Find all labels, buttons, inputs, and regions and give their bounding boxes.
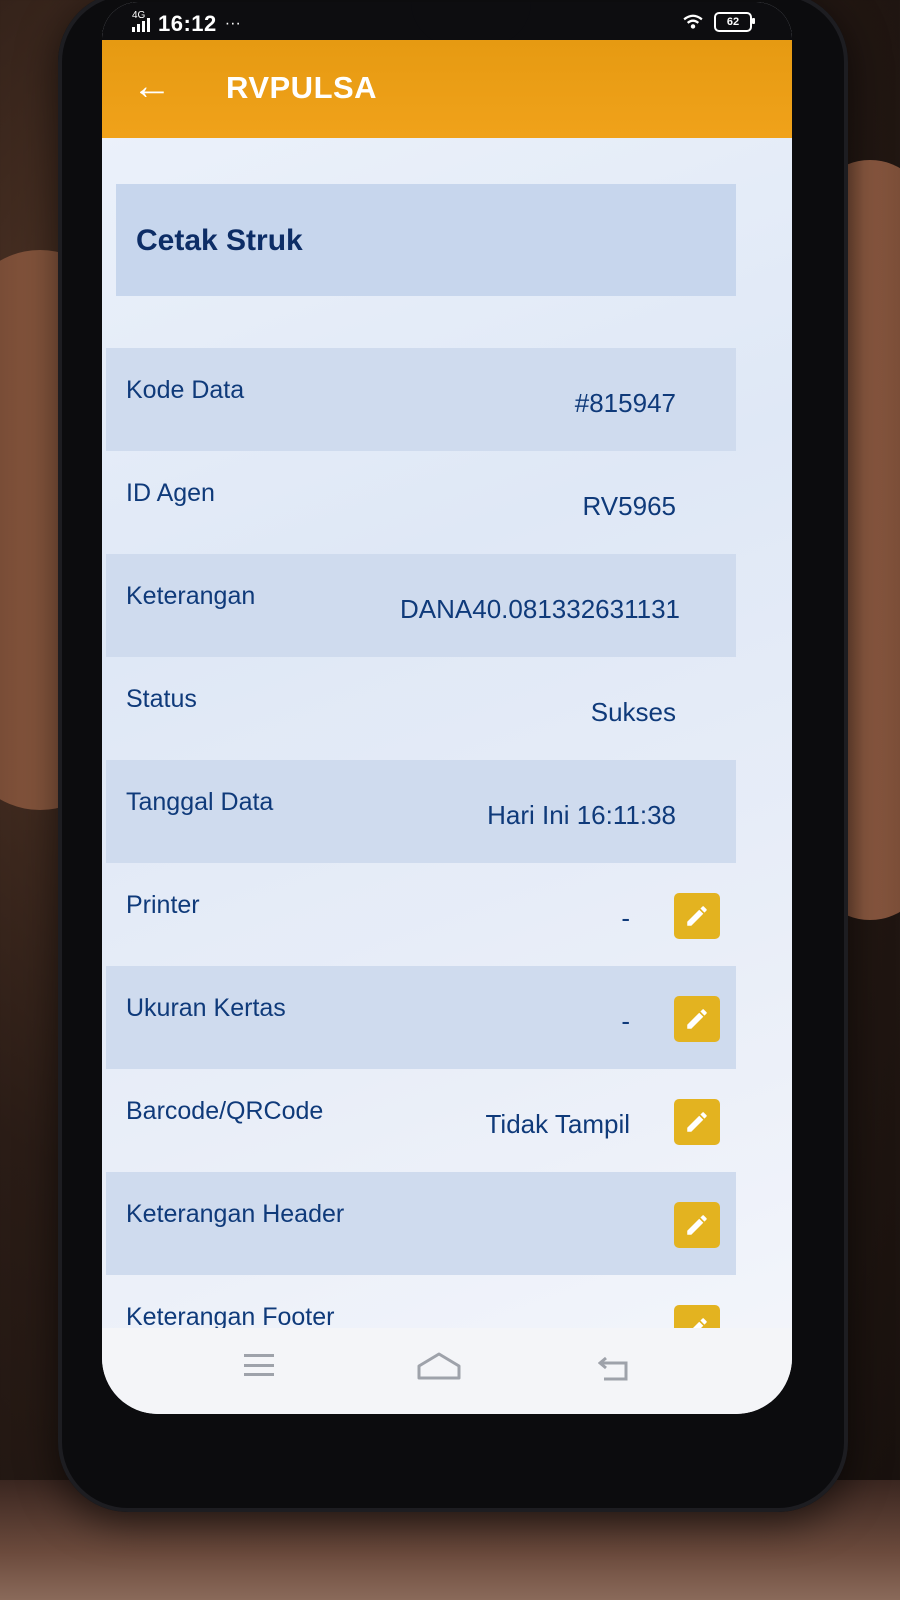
network-type: 4G xyxy=(132,10,146,21)
system-nav-bar xyxy=(102,1328,792,1414)
signal-icon: 4G xyxy=(132,10,150,32)
row-barcode: Barcode/QRCode Tidak Tampil xyxy=(106,1069,736,1172)
phone-frame: 4G 16:12 ··· 62 ← RVPULSA Cetak Struk Ko… xyxy=(58,0,848,1512)
edit-paper-size-button[interactable] xyxy=(674,996,720,1042)
battery-level: 62 xyxy=(726,16,740,28)
wifi-icon xyxy=(683,14,703,29)
row-label: Barcode/QRCode xyxy=(126,1097,324,1125)
row-id-agen: ID Agen RV5965 xyxy=(106,451,736,554)
battery-icon: 62 xyxy=(714,12,755,32)
app-bar: ← RVPULSA xyxy=(102,40,792,138)
row-label: Printer xyxy=(126,891,200,919)
phone-screen: 4G 16:12 ··· 62 ← RVPULSA Cetak Struk Ko… xyxy=(102,2,792,1414)
arrow-left-icon[interactable]: ← xyxy=(132,66,172,106)
app-title: RVPULSA xyxy=(226,70,378,105)
row-value: #815947 xyxy=(574,388,676,418)
pencil-icon xyxy=(687,906,707,926)
row-label: Tanggal Data xyxy=(126,788,274,816)
row-label: ID Agen xyxy=(126,479,215,507)
row-printer: Printer - xyxy=(106,863,736,966)
pencil-icon xyxy=(687,1112,707,1132)
row-keterangan-header: Keterangan Header xyxy=(106,1172,736,1275)
edit-printer-button[interactable] xyxy=(674,893,720,939)
row-value: Hari Ini 16:11:38 xyxy=(487,800,676,830)
row-label: Status xyxy=(126,685,197,713)
row-keterangan: Keterangan DANA40.081332631131 xyxy=(106,554,736,657)
row-value: - xyxy=(621,903,630,933)
back-icon[interactable] xyxy=(598,1352,630,1382)
pencil-icon xyxy=(687,1215,707,1235)
row-value: - xyxy=(621,1006,630,1036)
edit-barcode-button[interactable] xyxy=(674,1099,720,1145)
row-label: Keterangan xyxy=(126,582,256,610)
menu-icon[interactable] xyxy=(244,1354,274,1376)
pencil-icon xyxy=(687,1009,707,1029)
row-kode-data: Kode Data #815947 xyxy=(106,348,736,451)
section-header: Cetak Struk xyxy=(116,184,736,296)
edit-header-button[interactable] xyxy=(674,1202,720,1248)
row-status: Status Sukses xyxy=(106,657,736,760)
clock: 16:12 xyxy=(158,11,217,36)
row-label: Ukuran Kertas xyxy=(126,994,286,1022)
row-value: Sukses xyxy=(590,697,676,727)
home-icon[interactable] xyxy=(416,1350,462,1382)
row-tanggal-data: Tanggal Data Hari Ini 16:11:38 xyxy=(106,760,736,863)
more-notifications: ··· xyxy=(224,15,241,32)
row-value: DANA40.081332631131 xyxy=(400,594,680,624)
receipt-content: Cetak Struk Kode Data #815947 ID Agen RV… xyxy=(102,138,792,1351)
row-ukuran-kertas: Ukuran Kertas - xyxy=(106,966,736,1069)
row-value: Tidak Tampil xyxy=(485,1109,631,1139)
row-label: Kode Data xyxy=(126,376,245,404)
row-value: RV5965 xyxy=(582,491,677,521)
row-label: Keterangan Header xyxy=(126,1200,345,1228)
section-title: Cetak Struk xyxy=(136,224,303,257)
